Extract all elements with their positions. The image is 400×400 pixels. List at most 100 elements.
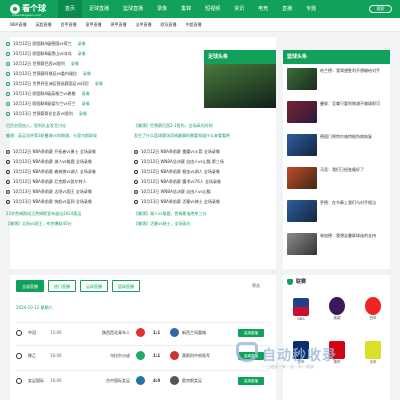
subnav-seriea[interactable]: 意甲直播 (85, 18, 110, 32)
headline-link[interactable]: 发生了什么篮球赛场奇闻趣事你需要知道什么来看看吧 (134, 132, 230, 140)
football-icon (6, 102, 10, 106)
subnav-ucl[interactable]: 欧冠直播 (160, 18, 185, 32)
league-title: 联赛 (287, 278, 306, 285)
side-news-item[interactable]: 罗德：在节奏上我们与对手相当 (287, 200, 387, 226)
subnav-nba[interactable]: NBA直播 (10, 18, 35, 32)
nav-highlights[interactable]: 集锦 (174, 0, 198, 18)
basketball-icon (6, 150, 10, 154)
headline-link[interactable]: 集锦：英足总杯第3轮曼城vs利物浦，卡里乌斯助攻 (6, 132, 97, 140)
match-time: 16:00 (50, 353, 62, 358)
main-nav: 首页 足球直播 篮球直播 录像 集锦 短视频 资讯 电竞 直播 专题 (58, 0, 323, 18)
logo-url: www.kangeqiu.com (12, 13, 42, 17)
nav-football-live[interactable]: 足球直播 (82, 0, 116, 18)
tab-hot-live[interactable]: 热门直播 (48, 280, 76, 292)
league-laliga[interactable]: 西甲 (360, 296, 386, 322)
news-item[interactable]: 10月12日 欧国联B级黑山vs冰岛 录像 (6, 50, 86, 58)
news-item[interactable]: 10月12日 NBA季前赛 森林狼vs湖人 全场录像 (6, 168, 96, 176)
news-item[interactable]: 10月12日 NBA季前赛 魔术vs76人 全场录像 (134, 178, 221, 186)
search-button[interactable]: 搜索 (369, 5, 392, 13)
match-row[interactable]: 挪乙 16:00 乌拉尔沙迪 1:1 莫斯科中央陆军 高清直播 (16, 345, 270, 365)
match-league: 挪乙 (28, 352, 36, 358)
away-crest-icon (170, 351, 179, 360)
subnav-epl[interactable]: 英超直播 (35, 18, 60, 32)
news-item[interactable]: 10月13日 欧国联B级爱尔兰vs芬兰 录像 (6, 100, 90, 108)
schedule-date: 2024-10-12 星期六 (16, 305, 53, 310)
watch-live-button[interactable]: 高清直播 (238, 328, 264, 337)
headline-link[interactable]: 巴西名宿加入，智利队友发言讨论 (6, 122, 66, 130)
news-item[interactable]: 10月12日 NBA季前赛 湖人vs雄鹿 全场录像 (6, 158, 92, 166)
news-item[interactable]: 10月12日 世预赛阿根廷vs委内瑞拉 录像 (6, 70, 91, 78)
news-item[interactable]: 10月12日 世界杯亚洲区预选赛国足vs印尼 录像 (6, 80, 103, 88)
nav-live[interactable]: 直播 (275, 0, 299, 18)
nav-short-video[interactable]: 短视频 (198, 0, 227, 18)
news-thumbnail (287, 233, 317, 255)
headline-link[interactable]: 23岁詹姆斯成王詹姆斯宣布退出2024奥运 (6, 210, 81, 218)
match-score: 4:0 (153, 378, 161, 383)
league-epl[interactable]: 英超 (324, 296, 350, 322)
news-item[interactable]: 10月13日 NBA季前赛 快船vs篮网 全场录像 (6, 198, 92, 206)
headline-link[interactable]: 【集锦】湖人vs雄鹿，詹姆斯准绝杀三分 (134, 210, 206, 218)
news-item[interactable]: 10月12日 NBA季前赛 开拓者vs勇士 全场录像 (6, 148, 96, 156)
news-item[interactable]: 10月12日 NBA季前赛 掘金vs湖人 全场录像 (134, 168, 220, 176)
subnav-ligue1[interactable]: 法甲直播 (135, 18, 160, 32)
headline-link[interactable]: 【集锦】活塞vs骑士，全场高光 (134, 220, 190, 228)
subnav-laliga[interactable]: 西甲直播 (60, 18, 85, 32)
league-nba[interactable]: NBA (288, 296, 314, 322)
away-team: 奥克斯女足 (182, 377, 202, 383)
nav-news[interactable]: 资讯 (227, 0, 251, 18)
match-row[interactable]: 女足国际 16:00 台中国际女足 4:0 奥克斯女足 高清直播 (16, 370, 270, 390)
football-icon (16, 329, 22, 336)
football-icon (16, 377, 22, 384)
news-item[interactable]: 10月13日 WNBA总决赛 自由人vs山猫 (134, 188, 211, 196)
home-crest-icon (136, 351, 145, 360)
filter-button[interactable]: 筛选 (252, 283, 260, 289)
headline-link[interactable]: 【集锦】世预赛巴西2-1智利，全场高光时刻 (134, 122, 213, 130)
news-item[interactable]: 10月13日 NBA季前赛 太阳vs国王 全场录像 (6, 188, 92, 196)
news-item[interactable]: 10月13日 NBA季前赛 活塞vs骑士 全场录像 (134, 198, 220, 206)
news-item[interactable]: 10月12日 NBA季前赛 雷霆vs火箭 全场录像 (134, 148, 220, 156)
news-item[interactable]: 10月12日 欧国联A级德国vs荷兰 录像 (6, 40, 86, 48)
tab-football-live[interactable]: 足球直播 (80, 280, 108, 292)
sub-nav: NBA直播 英超直播 西甲直播 意甲直播 德甲直播 法甲直播 欧冠直播 中超直播 (0, 18, 400, 32)
basketball-headline-header: 篮球头条 (283, 50, 390, 64)
news-item[interactable]: 10月13日 世预赛哥伦比亚vs智利 录像 (6, 110, 87, 118)
side-news-item[interactable]: 马竞：我们已经准备好了 (287, 167, 387, 193)
nav-basketball-live[interactable]: 篮球直播 (116, 0, 150, 18)
nav-topics[interactable]: 专题 (299, 0, 323, 18)
basketball-icon (6, 180, 10, 184)
side-news-item[interactable]: 哈兰德：我渴望胜利不想输给对手 (287, 68, 387, 94)
laliga-logo-icon (365, 297, 381, 315)
nav-esports[interactable]: 电竞 (251, 0, 275, 18)
subnav-bundesliga[interactable]: 德甲直播 (110, 18, 135, 32)
watermark-logo-icon (236, 342, 258, 362)
side-news-item[interactable]: 林加德：我想念曼联球迷的支持 (287, 233, 387, 259)
football-icon (6, 92, 10, 96)
side-news-item[interactable]: 曼联：至尊只要利物浦不输球即可 (287, 101, 387, 127)
headline-image[interactable] (204, 64, 276, 108)
nav-replay[interactable]: 录像 (150, 0, 174, 18)
home-crest-icon (136, 328, 145, 337)
basketball-icon (134, 190, 138, 194)
tab-all-live[interactable]: 全部直播 (16, 280, 44, 292)
news-item[interactable]: 10月13日 欧国联A级英格兰vs希腊 录像 (6, 90, 90, 98)
basketball-icon (6, 160, 10, 164)
news-item[interactable]: 10月12日 WNBA总决赛 自由人vs山猫 第三场 (134, 158, 224, 166)
basketball-icon (134, 180, 138, 184)
news-item[interactable]: 10月12日 世预赛巴西vs智利 录像 (6, 60, 79, 68)
away-team: 莫斯科中央陆军 (182, 352, 210, 358)
league-ligue1[interactable]: 法甲 (360, 340, 386, 366)
side-news-item[interactable]: 德国门将特尔施特根伤病恢复 (287, 134, 387, 160)
basketball-icon (6, 190, 10, 194)
watch-live-button[interactable]: 高清直播 (238, 376, 264, 385)
subnav-csl[interactable]: 中超直播 (185, 18, 210, 32)
match-score: 1:1 (153, 353, 161, 358)
tab-basketball-live[interactable]: 篮球直播 (112, 280, 140, 292)
headline-link[interactable]: 【集锦】太阳vs国王，布克爆砍40分 (6, 220, 72, 228)
nav-home[interactable]: 首页 (58, 0, 83, 18)
news-item[interactable]: 10月12日 NBA季前赛 尼克斯vs凯尔特人 (6, 178, 87, 186)
match-score: 1:1 (153, 330, 161, 335)
basketball-icon (134, 170, 138, 174)
match-row[interactable]: 中冠 15:00 陕西西北青年人 1:1 新西兰凤凰城 高清直播 (16, 322, 270, 342)
news-thumbnail (287, 68, 317, 90)
football-icon (6, 42, 10, 46)
